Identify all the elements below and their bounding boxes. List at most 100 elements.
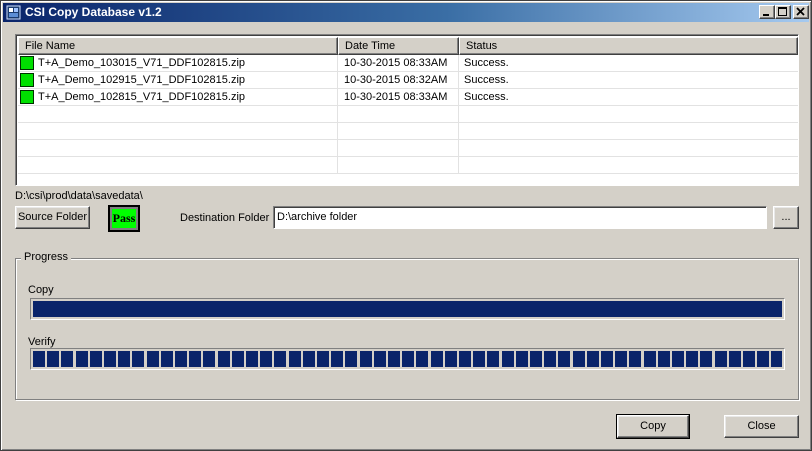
- progress-segment: [444, 351, 457, 367]
- progress-segment: [33, 351, 45, 367]
- copy-progress-label: Copy: [28, 284, 54, 296]
- file-list-header: File Name Date Time Status: [18, 37, 798, 55]
- maximize-button[interactable]: [775, 5, 791, 19]
- progress-segment: [501, 351, 514, 367]
- progress-segment: [459, 351, 471, 367]
- status-cell: Success.: [464, 57, 509, 69]
- close-icon: [796, 7, 805, 16]
- minimize-icon: [763, 14, 769, 16]
- progress-group: [15, 258, 799, 400]
- progress-segment: [118, 351, 131, 367]
- progress-segment: [558, 351, 571, 367]
- progress-segment: [657, 351, 670, 367]
- progress-segment: [260, 351, 273, 367]
- column-header-date-time[interactable]: Date Time: [338, 37, 459, 55]
- copy-button[interactable]: Copy: [616, 414, 690, 439]
- success-icon: [20, 73, 34, 87]
- destination-folder-input[interactable]: D:\archive folder: [273, 206, 767, 229]
- progress-segment: [743, 351, 755, 367]
- progress-segment: [373, 351, 386, 367]
- status-cell: Success.: [464, 91, 509, 103]
- progress-segment: [544, 351, 557, 367]
- pass-badge: Pass: [108, 205, 140, 232]
- progress-segment: [203, 351, 216, 367]
- title-bar[interactable]: CSI Copy Database v1.2: [3, 3, 809, 22]
- progress-segment: [487, 351, 500, 367]
- progress-segment: [345, 351, 358, 367]
- progress-segment: [686, 351, 699, 367]
- progress-segment: [700, 351, 713, 367]
- progress-segment: [246, 351, 258, 367]
- progress-segment: [771, 351, 782, 367]
- datetime-cell: 10-30-2015 08:33AM: [338, 55, 459, 71]
- pass-badge-label: Pass: [112, 209, 136, 228]
- progress-segment: [586, 351, 599, 367]
- progress-segment: [473, 351, 486, 367]
- browse-button[interactable]: ...: [773, 206, 799, 229]
- empty-row: [18, 157, 798, 174]
- progress-segment: [317, 351, 329, 367]
- close-window-button[interactable]: [793, 5, 809, 19]
- progress-segment: [217, 351, 230, 367]
- success-icon: [20, 56, 34, 70]
- window-title: CSI Copy Database v1.2: [25, 5, 162, 19]
- file-name-cell: T+A_Demo_103015_V71_DDF102815.zip: [38, 57, 246, 69]
- table-row[interactable]: T+A_Demo_103015_V71_DDF102815.zip 10-30-…: [18, 55, 798, 72]
- progress-segment: [302, 351, 315, 367]
- progress-segment: [402, 351, 415, 367]
- file-name-cell: T+A_Demo_102815_V71_DDF102815.zip: [38, 91, 246, 103]
- progress-segment: [89, 351, 102, 367]
- progress-segment: [757, 351, 770, 367]
- progress-segment: [132, 351, 145, 367]
- progress-segment: [615, 351, 628, 367]
- progress-segment: [146, 351, 159, 367]
- progress-segment: [643, 351, 656, 367]
- progress-segment: [160, 351, 173, 367]
- maximize-icon: [778, 7, 787, 16]
- empty-row: [18, 123, 798, 140]
- empty-row: [18, 106, 798, 123]
- progress-segment: [728, 351, 741, 367]
- progress-segment: [231, 351, 244, 367]
- close-button[interactable]: Close: [724, 415, 799, 438]
- source-path: D:\csi\prod\data\savedata\: [15, 190, 143, 202]
- progress-segment: [572, 351, 585, 367]
- source-folder-button[interactable]: Source Folder: [15, 206, 90, 229]
- copy-progress-fill: [33, 301, 782, 317]
- progress-segment: [388, 351, 400, 367]
- progress-segment: [430, 351, 443, 367]
- progress-segment: [530, 351, 542, 367]
- verify-progress-bar: [30, 348, 785, 370]
- progress-segment: [416, 351, 429, 367]
- progress-segment: [175, 351, 187, 367]
- column-header-file-name[interactable]: File Name: [18, 37, 338, 55]
- progress-segment: [515, 351, 528, 367]
- status-cell: Success.: [464, 74, 509, 86]
- destination-folder-label: Destination Folder :: [180, 212, 276, 224]
- minimize-button[interactable]: [759, 5, 775, 19]
- file-name-cell: T+A_Demo_102915_V71_DDF102815.zip: [38, 74, 246, 86]
- progress-segment: [672, 351, 684, 367]
- progress-segment: [331, 351, 344, 367]
- progress-segment: [47, 351, 60, 367]
- table-row[interactable]: T+A_Demo_102815_V71_DDF102815.zip 10-30-…: [18, 89, 798, 106]
- progress-segment: [714, 351, 727, 367]
- progress-segment: [61, 351, 74, 367]
- file-list-rows: T+A_Demo_103015_V71_DDF102815.zip 10-30-…: [18, 55, 798, 174]
- progress-group-title: Progress: [21, 251, 72, 264]
- datetime-cell: 10-30-2015 08:33AM: [338, 89, 459, 105]
- table-row[interactable]: T+A_Demo_102915_V71_DDF102815.zip 10-30-…: [18, 72, 798, 89]
- copy-progress-bar: [30, 298, 785, 320]
- column-header-status[interactable]: Status: [459, 37, 798, 55]
- app-window: CSI Copy Database v1.2 File Name Date Ti…: [0, 0, 812, 451]
- progress-segment: [274, 351, 287, 367]
- progress-segment: [629, 351, 642, 367]
- app-icon: [6, 5, 21, 20]
- progress-segment: [601, 351, 613, 367]
- file-list[interactable]: File Name Date Time Status T+A_Demo_1030…: [15, 34, 799, 186]
- progress-segment: [189, 351, 202, 367]
- datetime-cell: 10-30-2015 08:32AM: [338, 72, 459, 88]
- empty-row: [18, 140, 798, 157]
- success-icon: [20, 90, 34, 104]
- progress-segment: [359, 351, 372, 367]
